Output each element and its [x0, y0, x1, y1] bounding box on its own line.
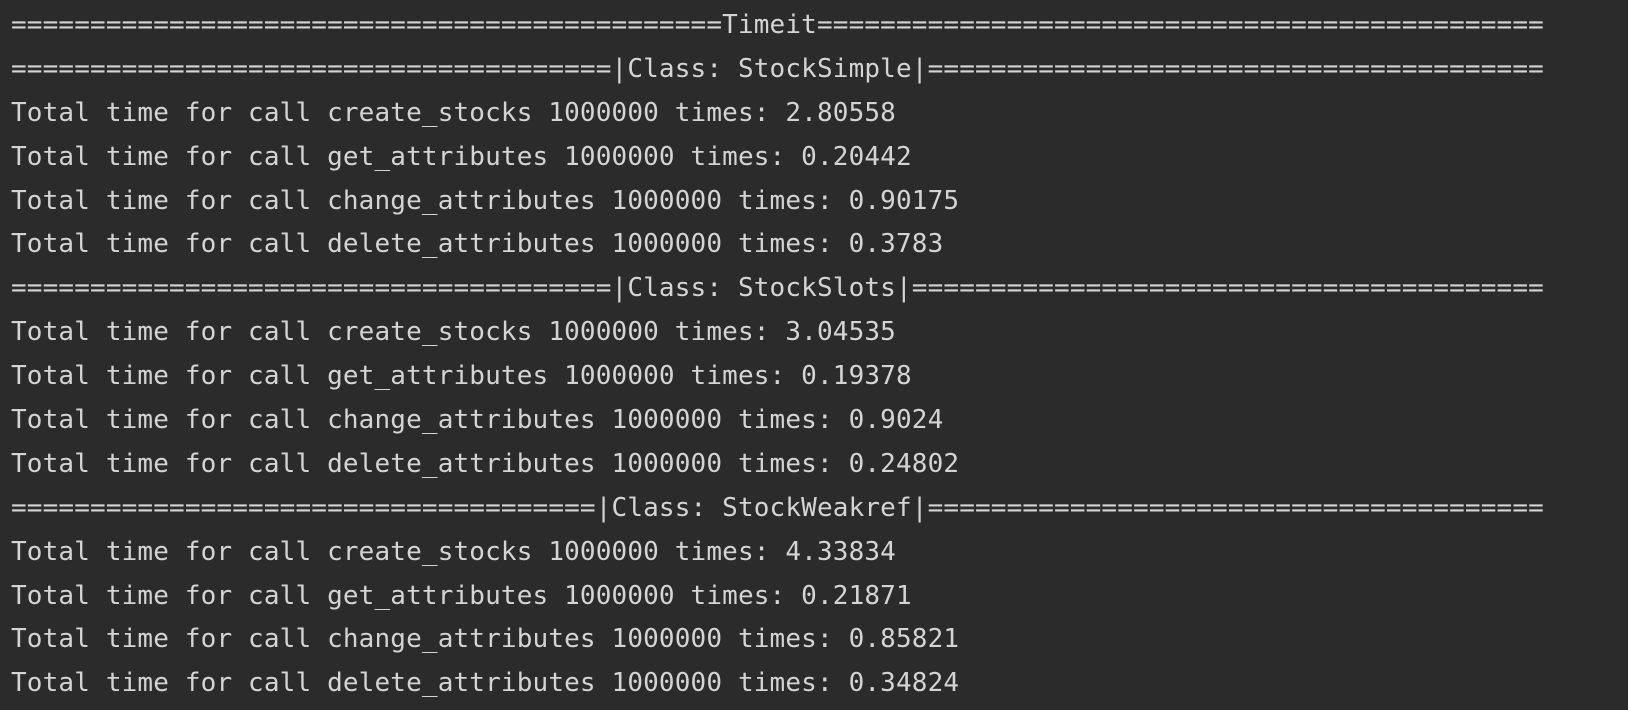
- result-line: Total time for call get_attributes 10000…: [11, 580, 912, 611]
- timeit-header-line: ========================================…: [11, 10, 1544, 40]
- class-header-stockslots: ======================================|C…: [11, 273, 1544, 304]
- result-line: Total time for call create_stocks 100000…: [11, 536, 896, 567]
- result-line: Total time for call delete_attributes 10…: [11, 229, 944, 260]
- result-line: Total time for call create_stocks 100000…: [11, 317, 896, 348]
- class-header-stockweakref: =====================================|Cl…: [11, 492, 1544, 523]
- result-line: Total time for call delete_attributes 10…: [11, 668, 960, 699]
- result-line: Total time for call get_attributes 10000…: [11, 361, 912, 392]
- result-line: Total time for call change_attributes 10…: [11, 185, 960, 216]
- result-line: Total time for call delete_attributes 10…: [11, 448, 960, 479]
- console-output[interactable]: ========================================…: [0, 0, 1628, 710]
- class-header-stocksimple: ======================================|C…: [11, 53, 1544, 84]
- result-line: Total time for call change_attributes 10…: [11, 405, 944, 436]
- result-line: Total time for call change_attributes 10…: [11, 624, 960, 655]
- result-line: Total time for call get_attributes 10000…: [11, 141, 912, 172]
- result-line: Total time for call create_stocks 100000…: [11, 97, 896, 128]
